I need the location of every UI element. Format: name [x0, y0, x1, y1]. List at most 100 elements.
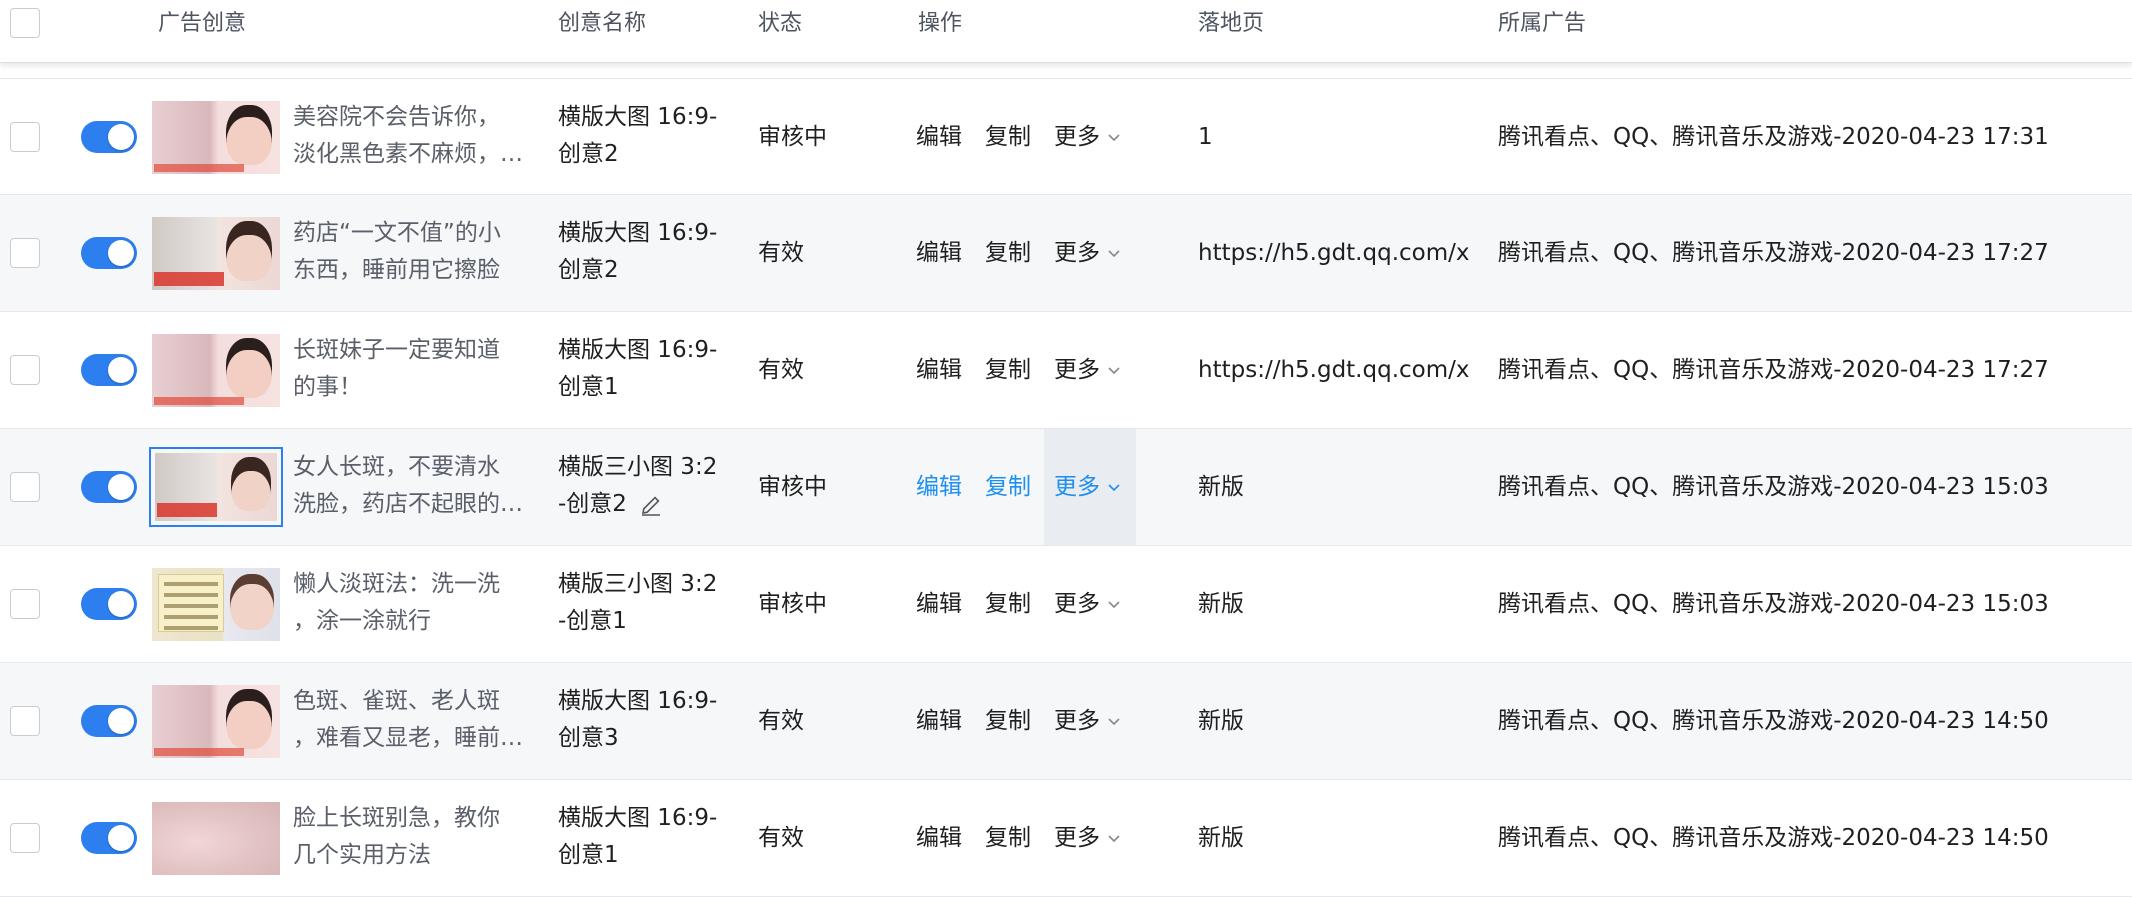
creative-name: 横版大图 16:9- 创意1	[558, 805, 718, 868]
row-checkbox[interactable]	[10, 238, 40, 268]
column-header-name[interactable]: 创意名称	[558, 8, 646, 40]
enable-toggle[interactable]	[81, 237, 137, 269]
edit-button[interactable]: 编辑	[916, 586, 962, 623]
table-row: 色斑、雀斑、老人斑 ，难看又显老，睡前… 横版大图 16:9- 创意3 有效 编…	[0, 663, 2132, 780]
ad-title: 药店“一文不值”的小 东西，睡前用它擦脸	[293, 220, 501, 283]
more-button[interactable]: 更多	[1054, 352, 1120, 389]
column-header-status[interactable]: 状态	[758, 8, 802, 40]
copy-button[interactable]: 复制	[985, 586, 1031, 623]
row-checkbox[interactable]	[10, 823, 40, 853]
ad-thumbnail-image[interactable]	[152, 101, 280, 174]
landing-page[interactable]: 新版	[1198, 586, 1478, 623]
enable-toggle[interactable]	[81, 121, 137, 153]
landing-page[interactable]: 新版	[1198, 469, 1478, 506]
more-button[interactable]: 更多	[1054, 820, 1120, 857]
enable-toggle[interactable]	[81, 354, 137, 386]
thumbnail-text-panel	[158, 574, 224, 632]
enable-toggle[interactable]	[81, 705, 137, 737]
edit-name-pencil-icon[interactable]	[639, 493, 663, 517]
landing-page[interactable]: 新版	[1198, 820, 1478, 857]
parent-ad-link[interactable]: 腾讯看点、QQ、腾讯音乐及游戏-2020-04-23 15:03	[1498, 469, 2049, 506]
enable-toggle[interactable]	[81, 822, 137, 854]
copy-button[interactable]: 复制	[985, 820, 1031, 857]
enable-toggle[interactable]	[81, 471, 137, 503]
copy-button[interactable]: 复制	[985, 352, 1031, 389]
select-all-checkbox[interactable]	[10, 8, 40, 38]
table-row: 长斑妹子一定要知道 的事！ 横版大图 16:9- 创意1 有效 编辑 复制 更多…	[0, 312, 2132, 429]
landing-page[interactable]: https://h5.gdt.qq.com/x	[1198, 352, 1478, 389]
row-checkbox[interactable]	[10, 355, 40, 385]
thumbnail-face	[226, 689, 272, 749]
row-checkbox[interactable]	[10, 472, 40, 502]
table-row: 药店“一文不值”的小 东西，睡前用它擦脸 横版大图 16:9- 创意2 有效 编…	[0, 195, 2132, 312]
thumbnail-face	[226, 105, 272, 165]
copy-button[interactable]: 复制	[985, 235, 1031, 272]
thumbnail-face	[230, 574, 274, 630]
column-header-creative[interactable]: 广告创意	[158, 8, 246, 40]
chevron-down-icon	[1108, 249, 1120, 257]
toggle-knob	[108, 591, 134, 617]
ad-title: 色斑、雀斑、老人斑 ，难看又显老，睡前…	[293, 688, 523, 751]
toggle-knob	[108, 240, 134, 266]
status-text: 有效	[758, 708, 804, 734]
thumbnail-caption	[154, 748, 244, 756]
ad-title: 脸上长斑别急，教你 几个实用方法	[293, 805, 500, 868]
creative-name: 横版大图 16:9- 创意3	[558, 688, 718, 751]
toggle-knob	[108, 124, 134, 150]
ad-title: 美容院不会告诉你， 淡化黑色素不麻烦，…	[293, 104, 523, 167]
ad-thumbnail-image[interactable]	[152, 568, 280, 641]
ad-title: 懒人淡斑法：洗一洗 ，涂一涂就行	[293, 571, 500, 634]
row-checkbox[interactable]	[10, 122, 40, 152]
parent-ad-link[interactable]: 腾讯看点、QQ、腾讯音乐及游戏-2020-04-23 15:03	[1498, 586, 2049, 623]
parent-ad-link[interactable]: 腾讯看点、QQ、腾讯音乐及游戏-2020-04-23 14:50	[1498, 703, 2049, 740]
edit-button[interactable]: 编辑	[916, 703, 962, 740]
more-button[interactable]: 更多	[1054, 703, 1120, 740]
ad-thumbnail-image[interactable]	[152, 685, 280, 758]
parent-ad-link[interactable]: 腾讯看点、QQ、腾讯音乐及游戏-2020-04-23 14:50	[1498, 820, 2049, 857]
status-text: 审核中	[758, 591, 827, 617]
creative-name: 横版大图 16:9- 创意2	[558, 104, 718, 167]
toggle-knob	[108, 474, 134, 500]
thumbnail-caption	[154, 164, 244, 172]
ad-thumbnail-image[interactable]	[152, 802, 280, 875]
landing-page[interactable]: https://h5.gdt.qq.com/x	[1198, 235, 1478, 272]
column-header-ad[interactable]: 所属广告	[1498, 8, 1586, 40]
edit-button[interactable]: 编辑	[916, 119, 962, 156]
parent-ad-link[interactable]: 腾讯看点、QQ、腾讯音乐及游戏-2020-04-23 17:31	[1498, 119, 2049, 156]
toggle-knob	[108, 708, 134, 734]
column-header-landing[interactable]: 落地页	[1198, 8, 1264, 40]
row-checkbox[interactable]	[10, 589, 40, 619]
thumbnail-face	[226, 221, 272, 281]
status-text: 审核中	[758, 474, 827, 500]
row-checkbox[interactable]	[10, 706, 40, 736]
thumbnail-caption	[157, 503, 217, 517]
creative-name: 横版大图 16:9- 创意1	[558, 337, 718, 400]
more-button[interactable]: 更多	[1054, 235, 1120, 272]
parent-ad-link[interactable]: 腾讯看点、QQ、腾讯音乐及游戏-2020-04-23 17:27	[1498, 235, 2049, 272]
more-button[interactable]: 更多	[1054, 469, 1120, 506]
ad-thumbnail-image[interactable]	[152, 334, 280, 407]
copy-button[interactable]: 复制	[985, 469, 1031, 506]
ad-thumbnail-image[interactable]	[152, 217, 280, 290]
thumbnail-caption	[154, 272, 224, 286]
landing-page[interactable]: 1	[1198, 119, 1478, 156]
copy-button[interactable]: 复制	[985, 703, 1031, 740]
edit-button[interactable]: 编辑	[916, 352, 962, 389]
more-button[interactable]: 更多	[1054, 586, 1120, 623]
status-text: 有效	[758, 240, 804, 266]
ad-title: 长斑妹子一定要知道 的事！	[293, 337, 500, 400]
column-header-ops: 操作	[918, 11, 963, 36]
creative-name: 横版三小图 3:2 -创意2	[558, 454, 718, 517]
parent-ad-link[interactable]: 腾讯看点、QQ、腾讯音乐及游戏-2020-04-23 17:27	[1498, 352, 2049, 389]
chevron-down-icon	[1108, 600, 1120, 608]
enable-toggle[interactable]	[81, 588, 137, 620]
landing-page[interactable]: 新版	[1198, 703, 1478, 740]
ad-thumbnail-image[interactable]	[149, 447, 283, 527]
edit-button[interactable]: 编辑	[916, 820, 962, 857]
edit-button[interactable]: 编辑	[916, 235, 962, 272]
copy-button[interactable]: 复制	[985, 119, 1031, 156]
thumbnail-caption	[154, 397, 244, 405]
table-row-hovered: 女人长斑，不要清水 洗脸，药店不起眼的… 横版三小图 3:2 -创意2 审核中 …	[0, 429, 2132, 546]
edit-button[interactable]: 编辑	[916, 469, 962, 506]
more-button[interactable]: 更多	[1054, 119, 1120, 156]
